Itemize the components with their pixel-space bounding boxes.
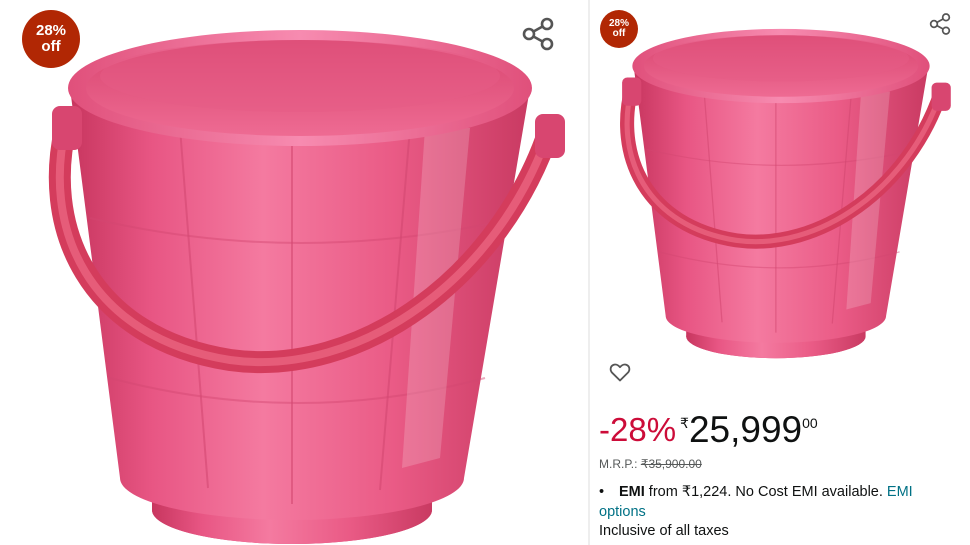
mrp-label: M.R.P.:: [599, 457, 638, 471]
discount-badge-off: off: [41, 38, 61, 55]
discount-badge-percent: 28%: [35, 22, 67, 40]
price-currency-symbol: ₹: [680, 415, 689, 431]
price-row: -28% ₹ 25,999 00: [599, 408, 818, 452]
bullet: •: [599, 484, 605, 500]
product-image-large[interactable]: 28% off: [0, 0, 588, 545]
discount-badge: 28% off: [22, 10, 80, 68]
emi-text: from ₹1,224. No Cost EMI available.: [644, 484, 887, 500]
product-detail-panel: 28% off -28% ₹ 25,999 00 M.R.P.: ₹35,900…: [590, 0, 970, 545]
emi-label: EMI: [619, 484, 645, 500]
mrp-value: ₹35,900.00: [640, 457, 702, 471]
price-fraction: 00: [802, 415, 818, 431]
price-whole: 25,999: [688, 409, 803, 450]
discount-badge: 28% off: [600, 10, 638, 48]
discount-percentage: -28%: [599, 411, 677, 448]
share-icon[interactable]: [520, 16, 556, 52]
mrp-row: M.R.P.: ₹35,900.00: [599, 457, 702, 471]
bucket-product-image[interactable]: [608, 14, 954, 366]
heart-outline-icon[interactable]: [608, 360, 632, 384]
tax-note: Inclusive of all taxes: [599, 523, 729, 539]
discount-badge-off: off: [612, 28, 626, 39]
emi-info: • EMI from ₹1,224. No Cost EMI available.…: [599, 482, 939, 522]
bucket-product-image: [30, 18, 570, 545]
share-icon[interactable]: [928, 12, 952, 36]
